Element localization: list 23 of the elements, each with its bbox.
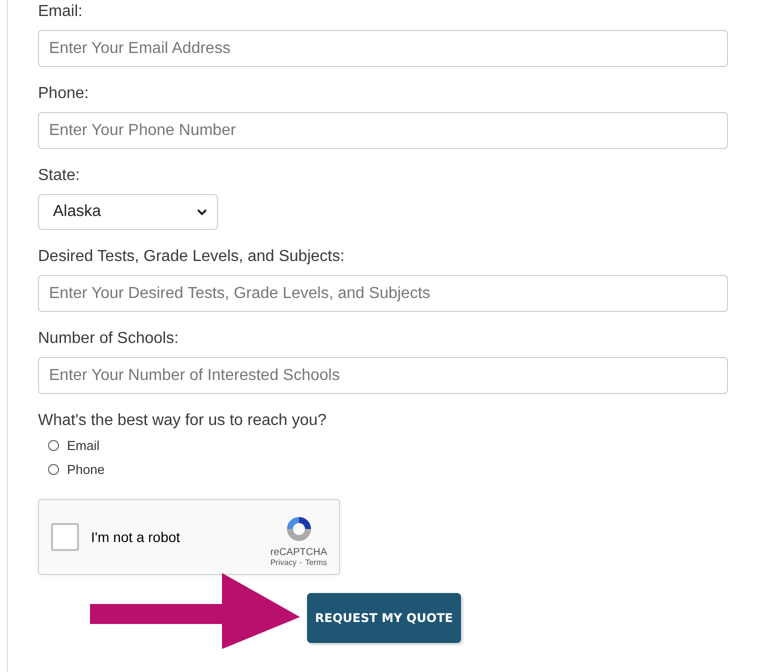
terms-link[interactable]: Terms	[305, 558, 327, 567]
captcha-label: I'm not a robot	[91, 529, 182, 545]
input-field[interactable]: Enter Your Email Address	[38, 30, 728, 67]
input-field[interactable]: Enter Your Number of Interested Schools	[38, 357, 728, 394]
submit-button[interactable]: REQUEST MY QUOTE	[307, 593, 461, 643]
state-dropdown[interactable]: Alaska	[38, 194, 218, 230]
field-label: Number of Schools:	[38, 329, 180, 349]
chevron-down-icon	[197, 208, 207, 216]
question-label: What's the best way for us to reach you?	[38, 411, 328, 431]
captcha-checkbox[interactable]	[51, 523, 79, 551]
link-separator: -	[300, 558, 302, 567]
radio-button[interactable]	[48, 464, 59, 474]
privacy-link[interactable]: Privacy	[270, 558, 297, 567]
field-label: Email:	[38, 2, 84, 22]
radio-label[interactable]: Email	[67, 438, 100, 452]
input-field[interactable]: Enter Your Desired Tests, Grade Levels, and Subjects	[38, 275, 728, 312]
captcha-brand: reCAPTCHA	[270, 547, 327, 558]
input-field[interactable]: Enter Your Phone Number	[38, 112, 728, 149]
field-label: State:	[38, 166, 81, 186]
field-label: Desired Tests, Grade Levels, and Subjects:	[38, 247, 346, 267]
radio-label[interactable]: Phone	[67, 462, 105, 476]
radio-button[interactable]	[48, 440, 59, 450]
field-label: Phone:	[38, 84, 90, 104]
